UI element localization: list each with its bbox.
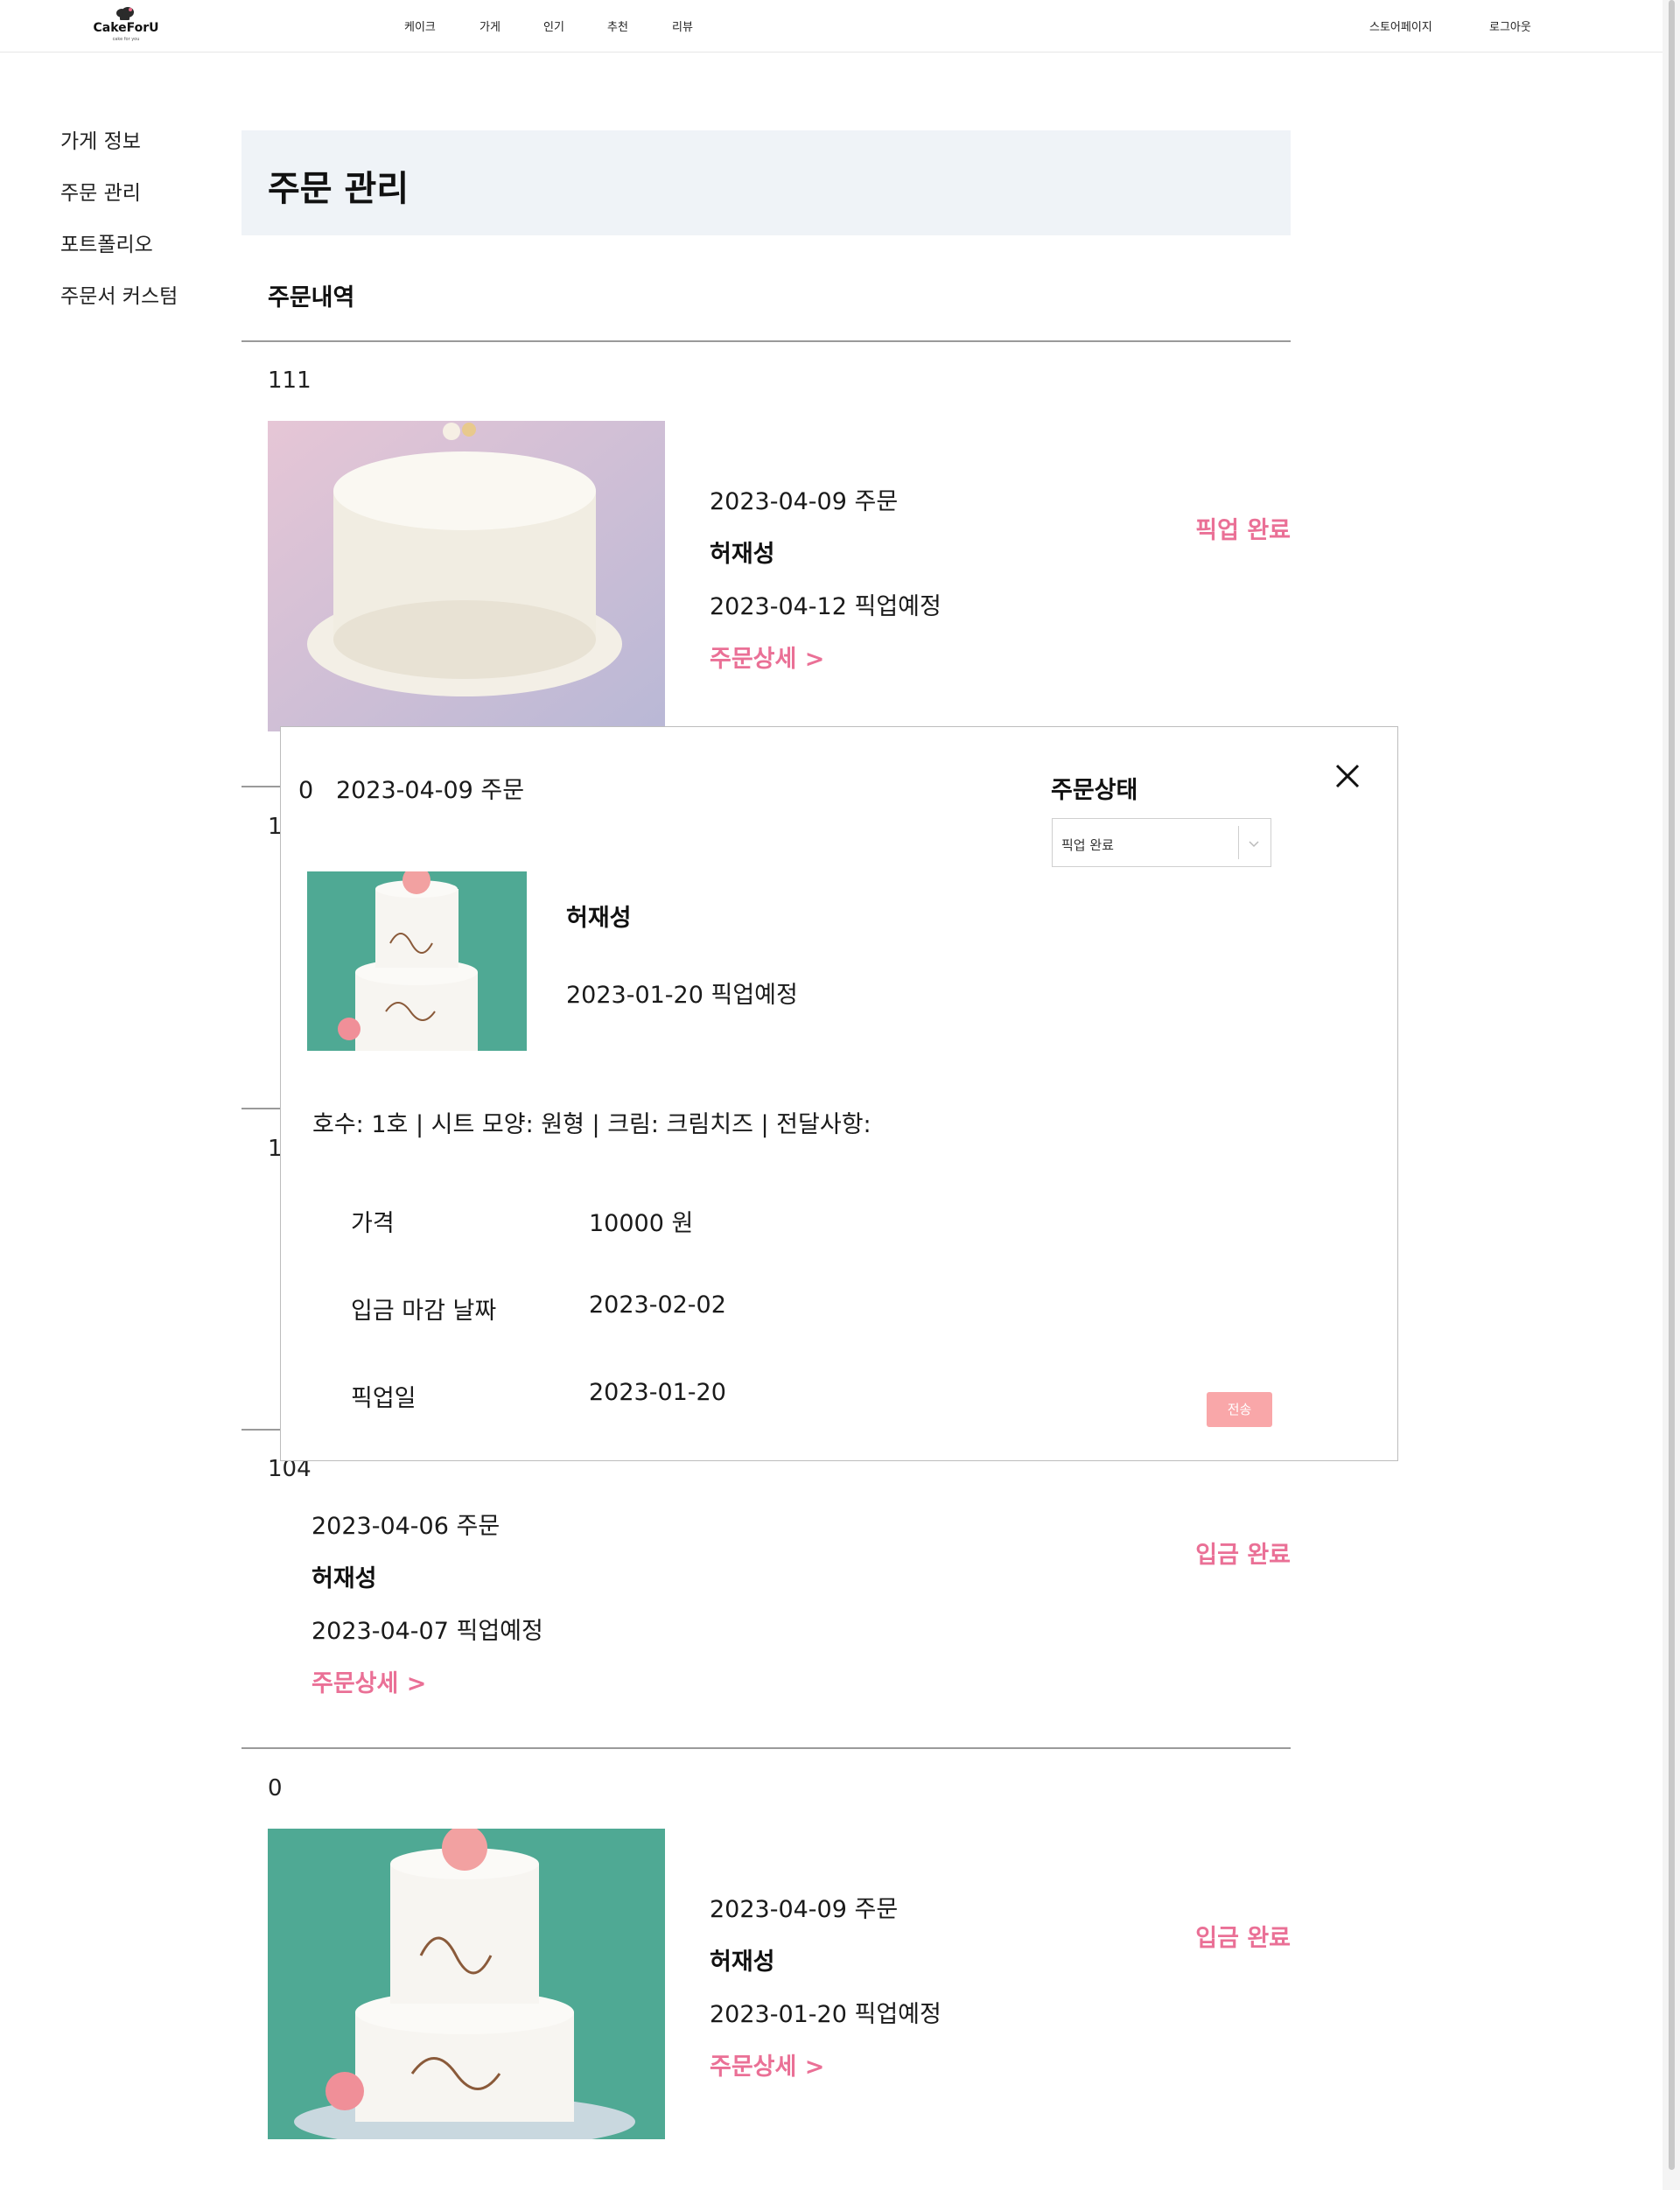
- send-button[interactable]: 전송: [1207, 1392, 1272, 1427]
- deposit-deadline-value: 2023-02-02: [589, 1291, 726, 1319]
- close-icon[interactable]: [1330, 759, 1365, 794]
- section-title: 주문내역: [268, 284, 355, 311]
- pickup-date: 2023-01-20 픽업예정: [710, 2001, 942, 2028]
- divider: [242, 340, 1291, 342]
- pickup-date: 2023-04-07 픽업예정: [312, 1618, 543, 1645]
- order-status-select[interactable]: 픽업 완료: [1052, 818, 1271, 867]
- modal-order-date: 2023-04-09 주문: [335, 777, 525, 804]
- order-status: 입금 완료: [1195, 1925, 1291, 1952]
- customer-name: 허재성: [710, 1949, 775, 1976]
- top-navigation-bar: CakeForU cake for you 케이크 가게 인기 추천 리뷰 스토…: [0, 0, 1680, 52]
- page-title: 주문 관리: [268, 169, 410, 209]
- price-value: 10000 원: [589, 1210, 694, 1237]
- pickup-day-label: 픽업일: [351, 1385, 416, 1412]
- order-id: 0: [268, 1775, 283, 1802]
- logo-subtitle: cake for you: [112, 37, 140, 42]
- modal-cake-image: [307, 871, 527, 1051]
- sidebar-item-store-info[interactable]: 가게 정보: [60, 124, 141, 154]
- order-detail-modal: 0 2023-04-09 주문 주문상태 픽업 완료 허재성 2023-01-2…: [280, 726, 1398, 1461]
- order-id: 111: [268, 367, 312, 394]
- nav-cake[interactable]: 케이크: [404, 17, 436, 34]
- divider: [242, 1747, 1291, 1749]
- order-detail-link[interactable]: 주문상세 >: [710, 640, 824, 674]
- order-detail-link[interactable]: 주문상세 >: [312, 1664, 426, 1698]
- page-title-box: 주문 관리: [242, 130, 1291, 235]
- cake-image-two-tier[interactable]: [268, 1829, 665, 2139]
- modal-cake-options: 호수: 1호 | 시트 모양: 원형 | 크림: 크림치즈 | 전달사항:: [312, 1111, 872, 1138]
- nav-recommend[interactable]: 추천: [607, 17, 628, 34]
- cake-logo-icon: [116, 7, 134, 20]
- store-page-link[interactable]: 스토어페이지: [1369, 17, 1432, 34]
- select-divider: [1238, 826, 1239, 859]
- sidebar-item-order-management[interactable]: 주문 관리: [60, 176, 141, 206]
- customer-name: 허재성: [312, 1565, 377, 1592]
- order-status-select-value: 픽업 완료: [1061, 837, 1114, 853]
- deposit-deadline-label: 입금 마감 날짜: [351, 1298, 497, 1325]
- modal-order-id: 0: [298, 777, 314, 804]
- logo[interactable]: CakeForU cake for you: [91, 5, 161, 45]
- order-date: 2023-04-06 주문: [312, 1513, 500, 1540]
- chevron-down-icon[interactable]: [1247, 836, 1261, 850]
- modal-customer-name: 허재성: [566, 905, 632, 932]
- modal-pickup-date: 2023-01-20 픽업예정: [566, 982, 798, 1009]
- pickup-date: 2023-04-12 픽업예정: [710, 593, 942, 620]
- logout-link[interactable]: 로그아웃: [1489, 17, 1531, 34]
- sidebar-item-order-form-custom[interactable]: 주문서 커스텀: [60, 279, 178, 309]
- price-label: 가격: [351, 1210, 395, 1237]
- nav-popular[interactable]: 인기: [543, 17, 564, 34]
- sidebar-item-portfolio[interactable]: 포트폴리오: [60, 227, 153, 257]
- order-status-label: 주문상태: [1051, 777, 1138, 804]
- customer-name: 허재성: [710, 541, 775, 568]
- pickup-day-value: 2023-01-20: [589, 1379, 726, 1406]
- cake-image-white[interactable]: [268, 421, 665, 731]
- logo-text: CakeForU: [93, 21, 159, 35]
- order-detail-link[interactable]: 주문상세 >: [710, 2047, 824, 2082]
- order-status: 입금 완료: [1195, 1542, 1291, 1569]
- order-date: 2023-04-09 주문: [710, 488, 899, 515]
- order-date: 2023-04-09 주문: [710, 1896, 899, 1923]
- modal-order-header: 0 2023-04-09 주문: [298, 771, 524, 805]
- order-status: 픽업 완료: [1195, 517, 1291, 544]
- nav-review[interactable]: 리뷰: [672, 17, 693, 34]
- nav-store[interactable]: 가게: [480, 17, 500, 34]
- scrollbar-thumb[interactable]: [1669, 0, 1675, 2170]
